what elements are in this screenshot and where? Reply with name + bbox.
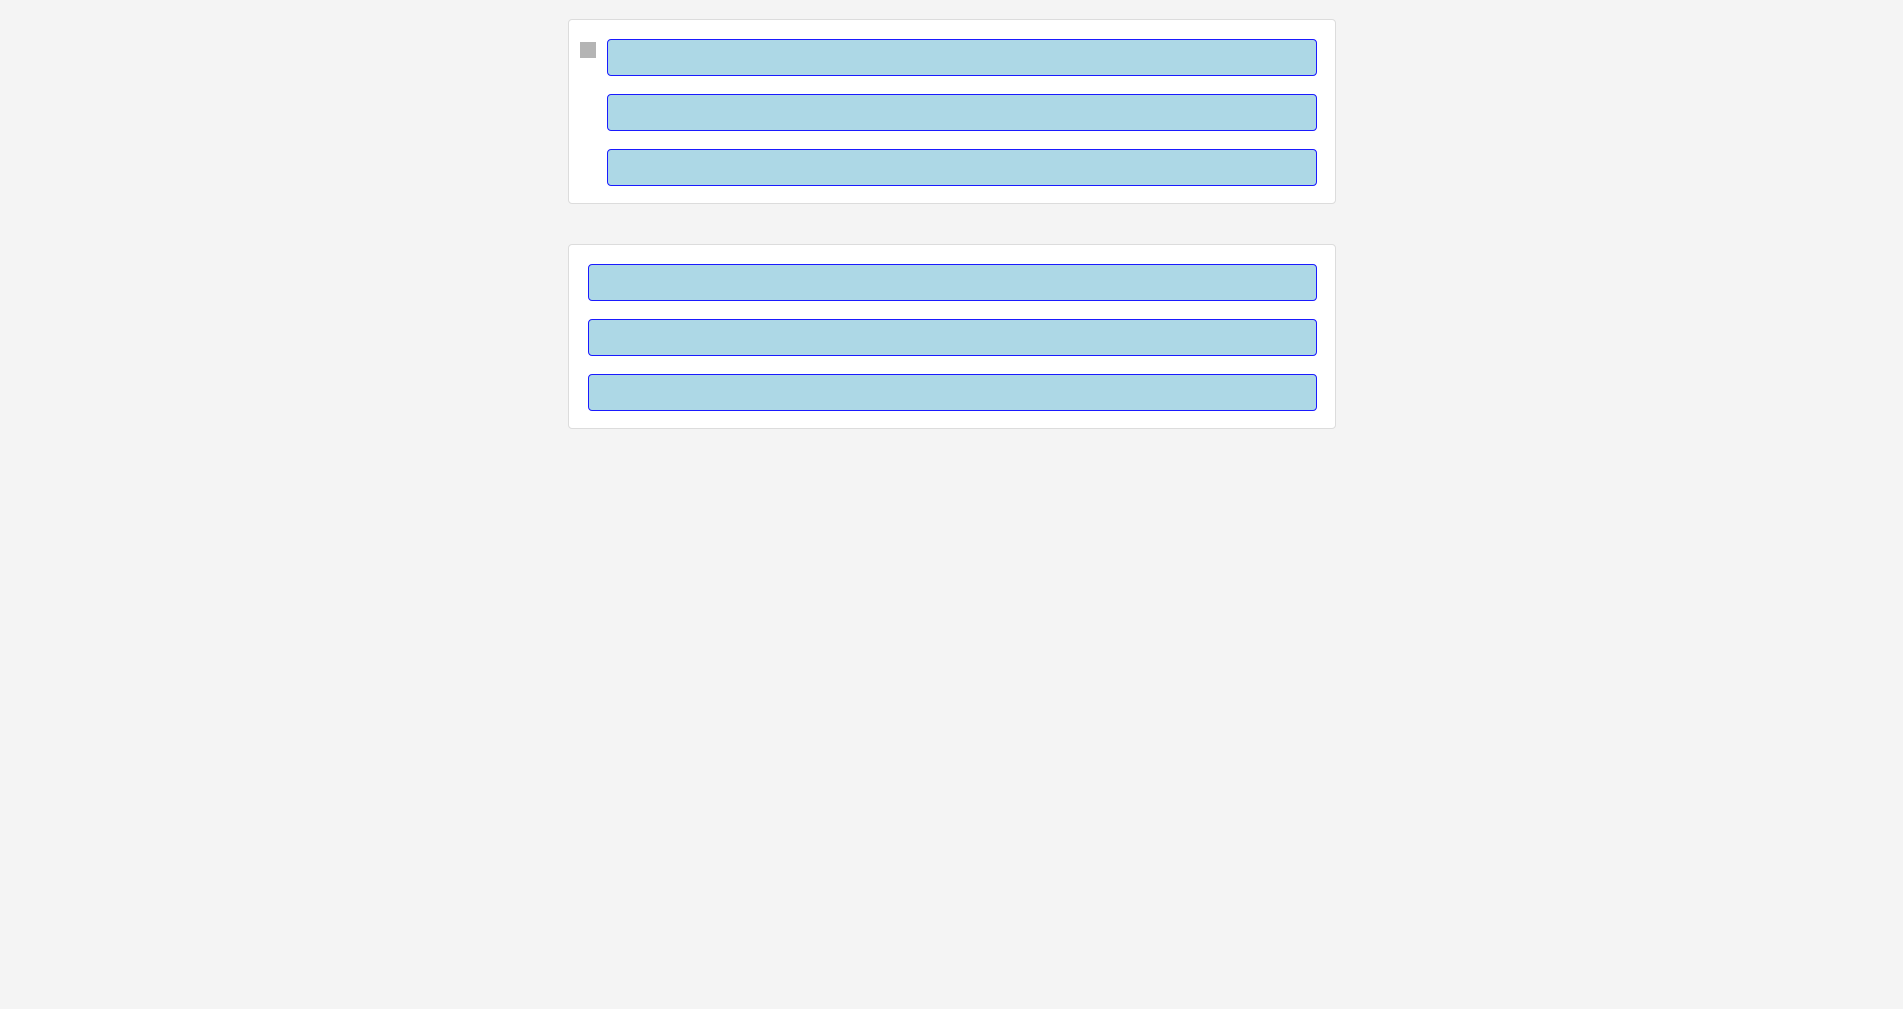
panel-1-field-1[interactable] (607, 39, 1317, 76)
panel-2 (568, 244, 1336, 429)
panel-2-field-2[interactable] (588, 319, 1317, 356)
panel-2-field-3[interactable] (588, 374, 1317, 411)
panel-2-field-1[interactable] (588, 264, 1317, 301)
panel-1-field-3[interactable] (607, 149, 1317, 186)
panel-1-field-2[interactable] (607, 94, 1317, 131)
panel-1 (568, 19, 1336, 204)
drag-handle-icon[interactable] (580, 42, 596, 58)
